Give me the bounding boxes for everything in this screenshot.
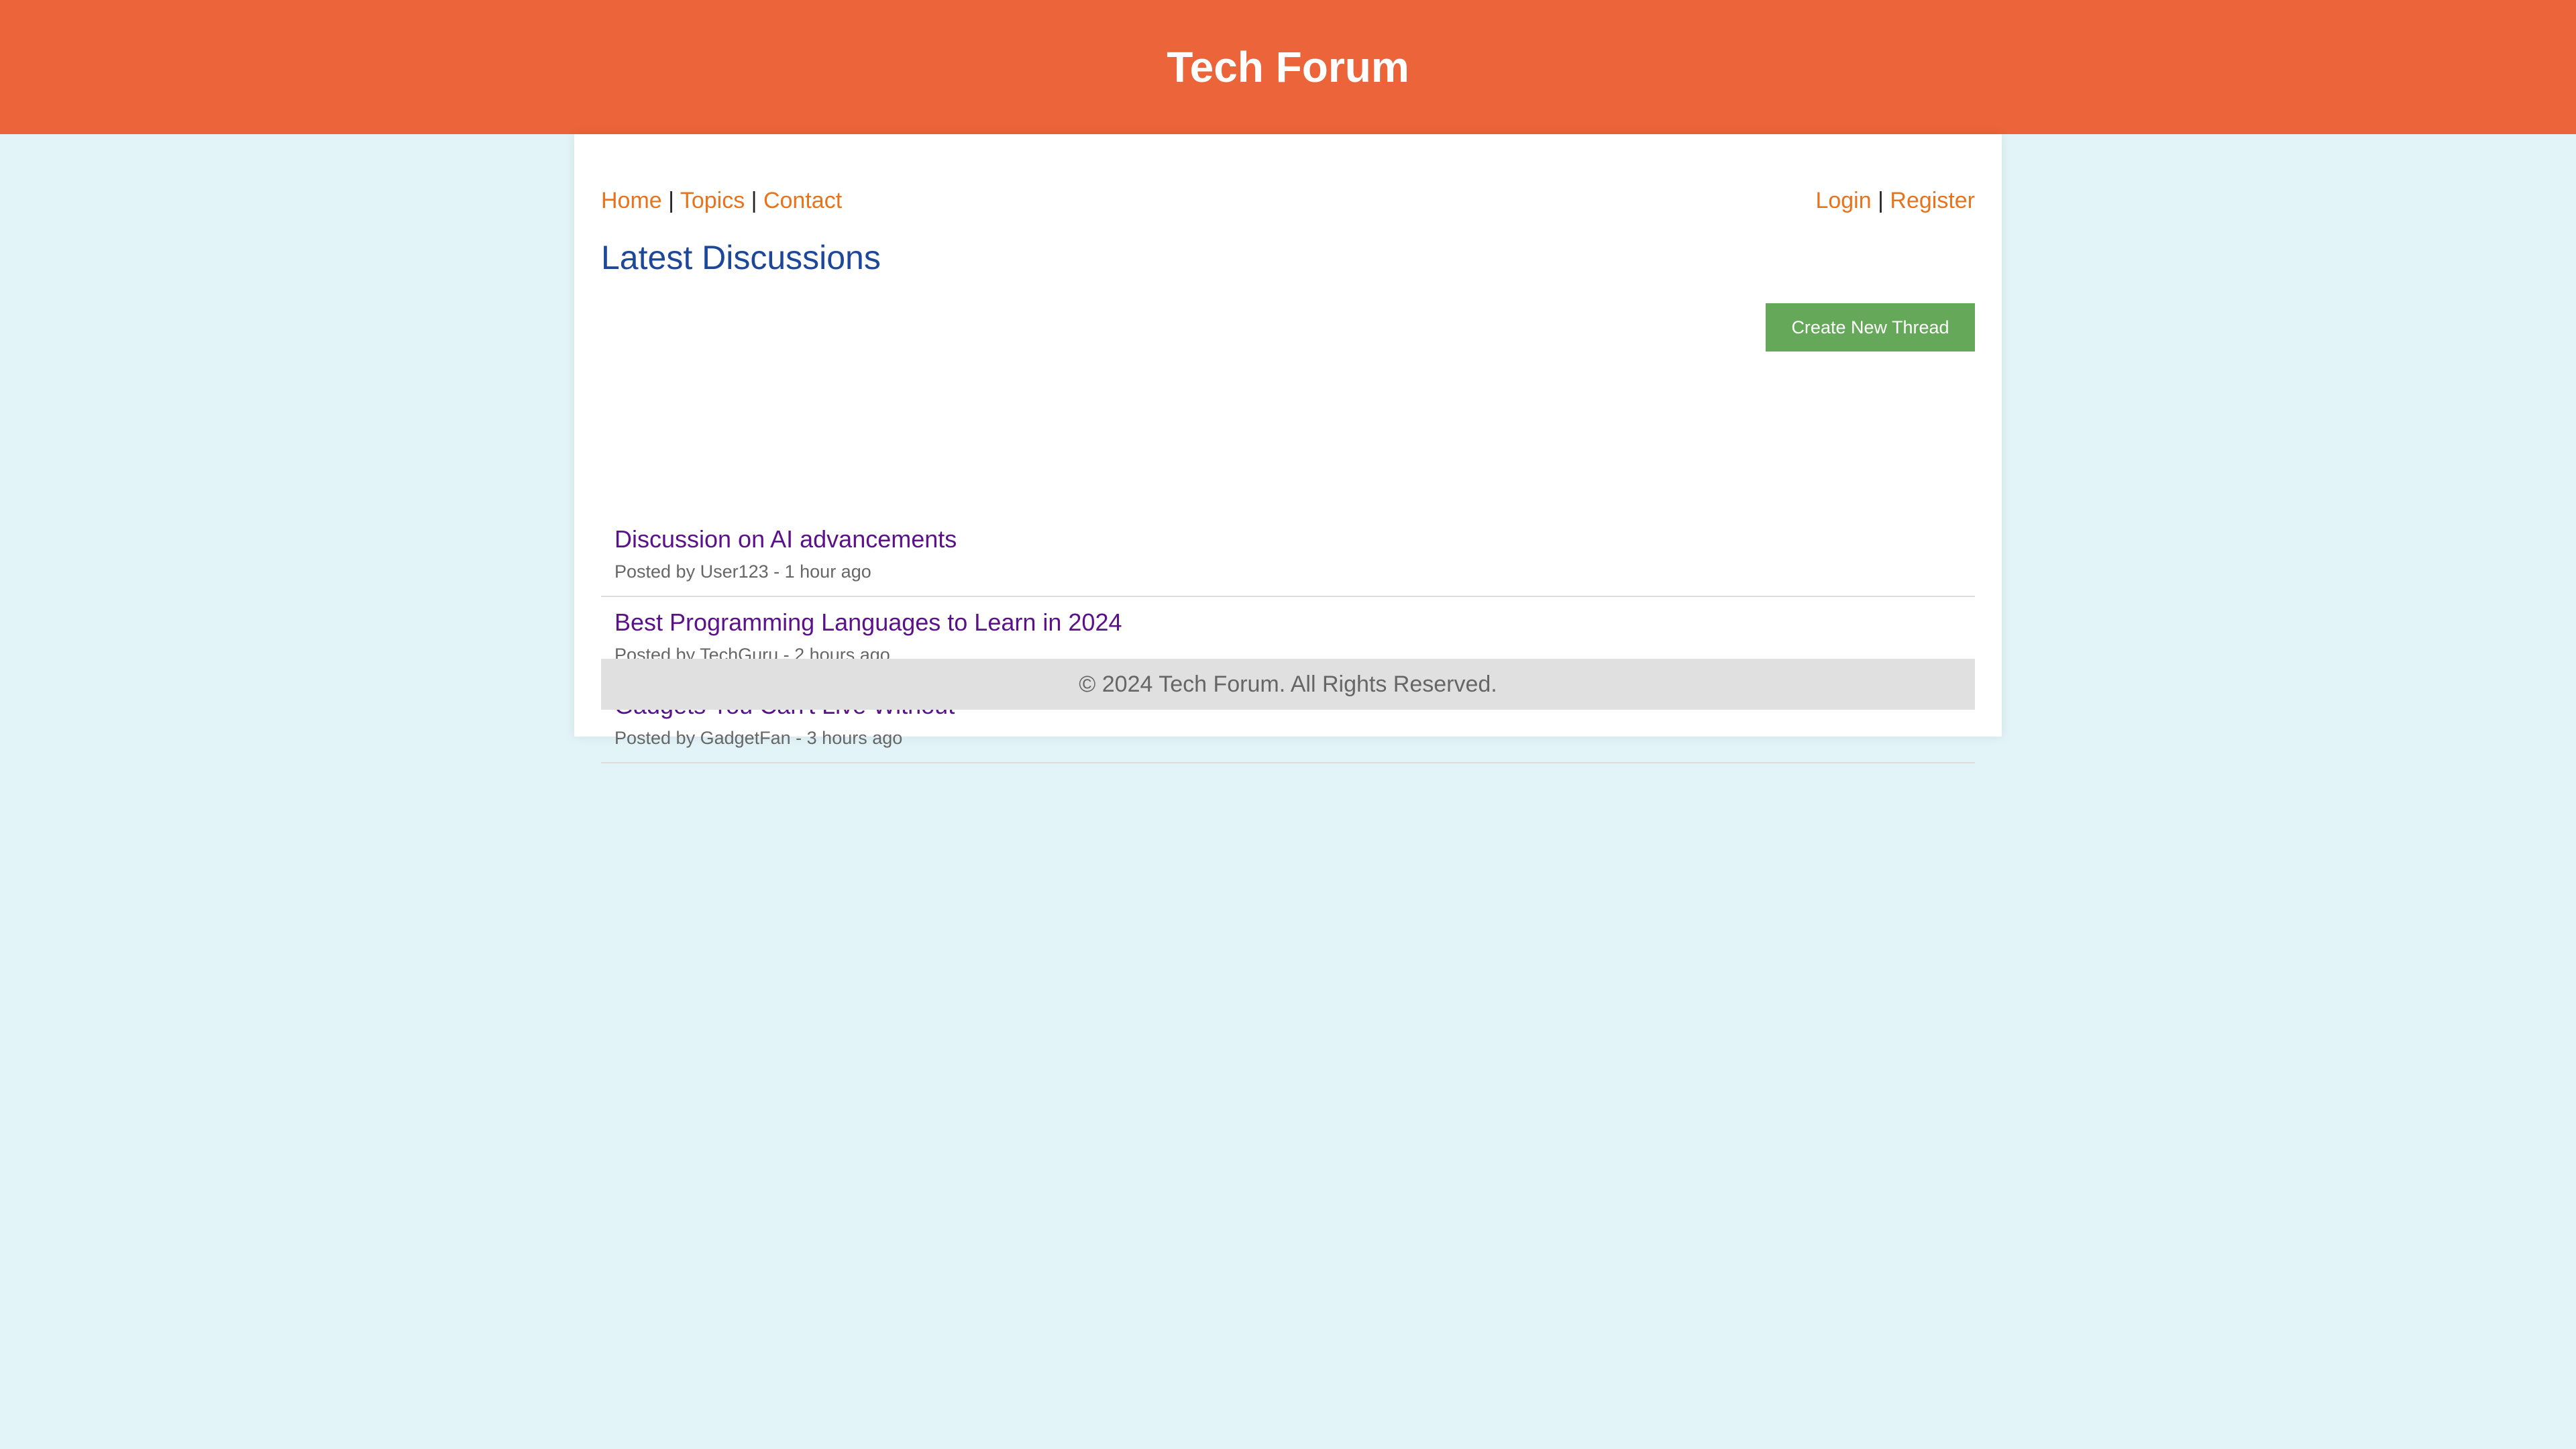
site-header: Tech Forum [0, 0, 2576, 134]
thread-list: Discussion on AI advancements Posted by … [601, 514, 1975, 763]
nav-separator: | [751, 188, 757, 213]
thread-title-link[interactable]: Discussion on AI advancements [614, 523, 957, 555]
nav-separator: | [668, 188, 674, 213]
site-title: Tech Forum [1167, 43, 1409, 91]
main-container: Home | Topics | Contact Login | Register… [574, 134, 2002, 763]
register-link[interactable]: Register [1890, 188, 1975, 213]
thread-meta: Posted by User123 - 1 hour ago [614, 561, 871, 582]
top-nav: Home | Topics | Contact Login | Register [601, 185, 1975, 216]
thread-item: Discussion on AI advancements Posted by … [601, 514, 1975, 597]
nav-separator: | [1878, 188, 1884, 213]
section-title: Latest Discussions [601, 239, 881, 276]
thread-title-link[interactable]: Best Programming Languages to Learn in 2… [614, 606, 1122, 639]
thread-meta: Posted by GadgetFan - 3 hours ago [614, 728, 903, 748]
primary-nav: Home | Topics | Contact [601, 185, 842, 216]
site-footer: © 2024 Tech Forum. All Rights Reserved. [601, 659, 1975, 710]
login-link[interactable]: Login [1815, 188, 1871, 213]
nav-link-home[interactable]: Home [601, 188, 662, 213]
account-nav: Login | Register [1815, 185, 1975, 216]
nav-link-contact[interactable]: Contact [763, 188, 842, 213]
create-thread-button[interactable]: Create New Thread [1766, 303, 1975, 352]
nav-link-topics[interactable]: Topics [680, 188, 745, 213]
